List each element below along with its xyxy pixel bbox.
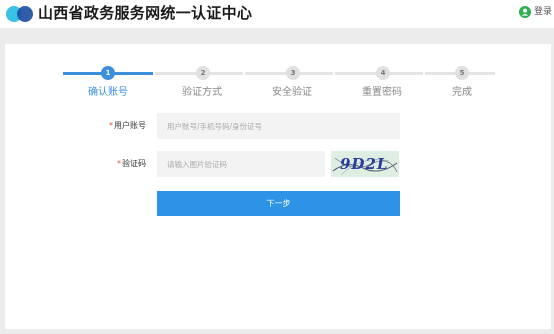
step-5: 5 完成 — [425, 66, 495, 106]
top-header: 山西省政务服务网统一认证中心 登录 — [0, 0, 554, 28]
captcha-image[interactable]: 9D2L — [331, 151, 399, 177]
user-circle-icon — [518, 6, 531, 18]
site-logo-icon — [6, 6, 33, 22]
captcha-input[interactable] — [157, 151, 325, 177]
step-5-number: 5 — [455, 66, 469, 80]
step-2: 2 验证方式 — [155, 66, 243, 106]
step-2-number: 2 — [196, 66, 210, 80]
step-4-number: 4 — [376, 66, 390, 80]
login-label: 登录 — [533, 7, 552, 17]
step-2-label: 验证方式 — [182, 87, 222, 98]
account-row: *用户账号 — [5, 113, 551, 139]
progress-steps: 1 确认账号 2 验证方式 3 安全验证 4 重置密码 5 完成 — [63, 66, 503, 106]
account-input[interactable] — [157, 113, 400, 139]
login-link[interactable]: 登录 — [518, 5, 552, 19]
captcha-label-text: 验证码 — [122, 159, 146, 168]
required-mark: * — [117, 159, 121, 168]
account-label-text: 用户账号 — [114, 121, 146, 130]
reset-password-card: 1 确认账号 2 验证方式 3 安全验证 4 重置密码 5 完成 *用户账号 *… — [5, 44, 551, 329]
required-mark: * — [109, 121, 113, 130]
step-4-label: 重置密码 — [362, 87, 402, 98]
step-3-label: 安全验证 — [272, 87, 312, 98]
captcha-label: *验证码 — [117, 151, 146, 177]
step-5-label: 完成 — [452, 87, 472, 98]
step-4: 4 重置密码 — [335, 66, 423, 106]
step-3: 3 安全验证 — [245, 66, 333, 106]
site-title: 山西省政务服务网统一认证中心 — [38, 4, 253, 22]
step-1-number: 1 — [101, 66, 115, 80]
account-label: *用户账号 — [109, 113, 146, 139]
captcha-text: 9D2L — [340, 155, 388, 173]
step-1: 1 确认账号 — [63, 66, 153, 106]
step-3-number: 3 — [286, 66, 300, 80]
next-step-button[interactable]: 下一步 — [157, 191, 400, 216]
captcha-row: *验证码 9D2L — [5, 151, 551, 177]
step-1-label: 确认账号 — [88, 87, 128, 98]
